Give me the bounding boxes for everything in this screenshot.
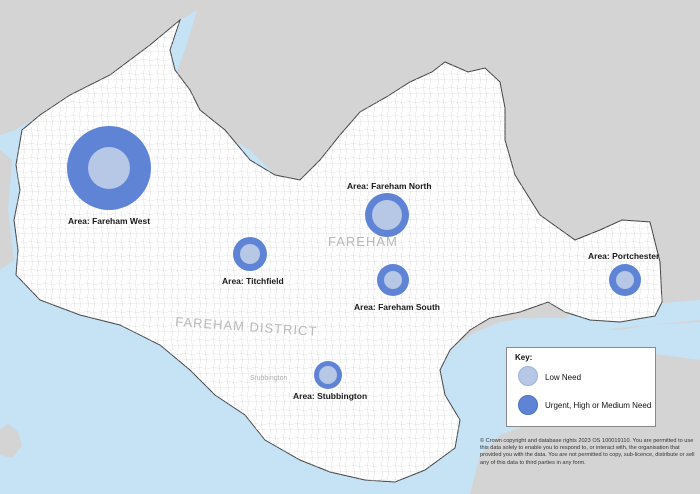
area-marker-titchfield-inner[interactable] xyxy=(240,244,260,264)
key-title: Key: xyxy=(515,353,533,362)
area-label-fareham-south: Area: Fareham South xyxy=(354,302,440,312)
copyright-notice: © Crown copyright and database rights 20… xyxy=(480,438,695,466)
area-label-titchfield: Area: Titchfield xyxy=(222,276,284,286)
urgent-need-label: Urgent, High or Medium Need xyxy=(545,401,652,410)
area-marker-fareham-west-inner[interactable] xyxy=(88,147,130,189)
map-key: Key: Low Need Urgent, High or Medium Nee… xyxy=(506,347,656,427)
area-label-portchester: Area: Portchester xyxy=(588,251,660,261)
low-need-label: Low Need xyxy=(545,373,582,382)
area-marker-stubbington-inner[interactable] xyxy=(319,366,337,384)
urgent-need-symbol-icon xyxy=(518,395,538,415)
area-label-stubbington: Area: Stubbington xyxy=(293,391,367,401)
area-label-fareham-north: Area: Fareham North xyxy=(347,181,432,191)
area-label-fareham-west: Area: Fareham West xyxy=(68,216,150,226)
area-marker-fareham-south-inner[interactable] xyxy=(384,271,402,289)
low-need-symbol-icon xyxy=(518,366,538,386)
area-marker-fareham-north-inner[interactable] xyxy=(372,200,402,230)
map-view[interactable]: FAREHAM FAREHAM DISTRICT Stubbington Are… xyxy=(0,0,700,494)
area-marker-portchester-inner[interactable] xyxy=(616,271,634,289)
stubbington-label: Stubbington xyxy=(250,375,287,382)
